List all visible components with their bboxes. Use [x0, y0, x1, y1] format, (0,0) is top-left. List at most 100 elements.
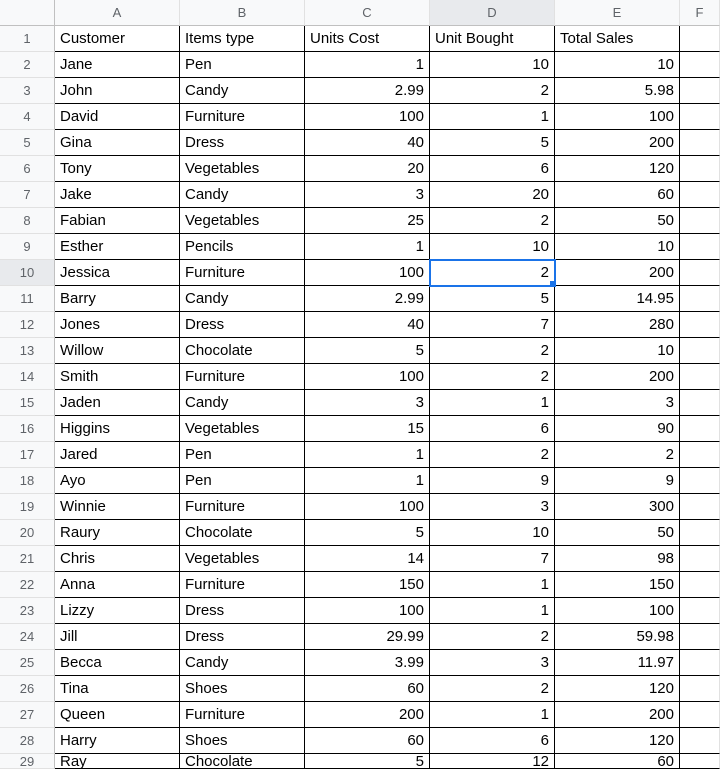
cell-F10[interactable] [680, 260, 720, 286]
cell-C16[interactable]: 15 [305, 416, 430, 442]
row-header-7[interactable]: 7 [0, 182, 55, 208]
row-header-13[interactable]: 13 [0, 338, 55, 364]
row-header-26[interactable]: 26 [0, 676, 55, 702]
select-all-corner[interactable] [0, 0, 55, 26]
cell-D29[interactable]: 12 [430, 754, 555, 769]
cell-F18[interactable] [680, 468, 720, 494]
cell-F16[interactable] [680, 416, 720, 442]
cell-F8[interactable] [680, 208, 720, 234]
cell-B16[interactable]: Vegetables [180, 416, 305, 442]
cell-B22[interactable]: Furniture [180, 572, 305, 598]
row-header-8[interactable]: 8 [0, 208, 55, 234]
cell-E9[interactable]: 10 [555, 234, 680, 260]
cell-B4[interactable]: Furniture [180, 104, 305, 130]
cell-D24[interactable]: 2 [430, 624, 555, 650]
cell-B10[interactable]: Furniture [180, 260, 305, 286]
cell-E22[interactable]: 150 [555, 572, 680, 598]
cell-E20[interactable]: 50 [555, 520, 680, 546]
cell-E4[interactable]: 100 [555, 104, 680, 130]
cell-A10[interactable]: Jessica [55, 260, 180, 286]
cell-B21[interactable]: Vegetables [180, 546, 305, 572]
cell-E14[interactable]: 200 [555, 364, 680, 390]
cell-A28[interactable]: Harry [55, 728, 180, 754]
cell-B2[interactable]: Pen [180, 52, 305, 78]
cell-F28[interactable] [680, 728, 720, 754]
cell-D13[interactable]: 2 [430, 338, 555, 364]
cell-F13[interactable] [680, 338, 720, 364]
cell-E17[interactable]: 2 [555, 442, 680, 468]
cell-D2[interactable]: 10 [430, 52, 555, 78]
cell-F5[interactable] [680, 130, 720, 156]
cell-D4[interactable]: 1 [430, 104, 555, 130]
cell-F14[interactable] [680, 364, 720, 390]
cell-E8[interactable]: 50 [555, 208, 680, 234]
cell-A16[interactable]: Higgins [55, 416, 180, 442]
cell-E3[interactable]: 5.98 [555, 78, 680, 104]
cell-C28[interactable]: 60 [305, 728, 430, 754]
cell-B28[interactable]: Shoes [180, 728, 305, 754]
cell-A15[interactable]: Jaden [55, 390, 180, 416]
cell-A3[interactable]: John [55, 78, 180, 104]
row-header-2[interactable]: 2 [0, 52, 55, 78]
cell-D20[interactable]: 10 [430, 520, 555, 546]
col-header-D[interactable]: D [430, 0, 555, 26]
cell-B29[interactable]: Chocolate [180, 754, 305, 769]
cell-E12[interactable]: 280 [555, 312, 680, 338]
row-header-9[interactable]: 9 [0, 234, 55, 260]
cell-A21[interactable]: Chris [55, 546, 180, 572]
row-header-17[interactable]: 17 [0, 442, 55, 468]
cell-A5[interactable]: Gina [55, 130, 180, 156]
cell-C4[interactable]: 100 [305, 104, 430, 130]
cell-F9[interactable] [680, 234, 720, 260]
cell-A18[interactable]: Ayo [55, 468, 180, 494]
cell-B27[interactable]: Furniture [180, 702, 305, 728]
col-header-E[interactable]: E [555, 0, 680, 26]
cell-F12[interactable] [680, 312, 720, 338]
cell-A24[interactable]: Jill [55, 624, 180, 650]
cell-F29[interactable] [680, 754, 720, 769]
cell-F25[interactable] [680, 650, 720, 676]
cell-B5[interactable]: Dress [180, 130, 305, 156]
cell-D15[interactable]: 1 [430, 390, 555, 416]
col-header-C[interactable]: C [305, 0, 430, 26]
cell-B13[interactable]: Chocolate [180, 338, 305, 364]
cell-D25[interactable]: 3 [430, 650, 555, 676]
cell-F21[interactable] [680, 546, 720, 572]
cell-A12[interactable]: Jones [55, 312, 180, 338]
cell-E6[interactable]: 120 [555, 156, 680, 182]
cell-A14[interactable]: Smith [55, 364, 180, 390]
cell-E27[interactable]: 200 [555, 702, 680, 728]
cell-D16[interactable]: 6 [430, 416, 555, 442]
cell-C26[interactable]: 60 [305, 676, 430, 702]
cell-A27[interactable]: Queen [55, 702, 180, 728]
cell-E7[interactable]: 60 [555, 182, 680, 208]
cell-C29[interactable]: 5 [305, 754, 430, 769]
cell-A6[interactable]: Tony [55, 156, 180, 182]
cell-A8[interactable]: Fabian [55, 208, 180, 234]
cell-D27[interactable]: 1 [430, 702, 555, 728]
cell-B20[interactable]: Chocolate [180, 520, 305, 546]
cell-F23[interactable] [680, 598, 720, 624]
cell-F27[interactable] [680, 702, 720, 728]
cell-A11[interactable]: Barry [55, 286, 180, 312]
cell-E28[interactable]: 120 [555, 728, 680, 754]
cell-D7[interactable]: 20 [430, 182, 555, 208]
cell-A17[interactable]: Jared [55, 442, 180, 468]
cell-D8[interactable]: 2 [430, 208, 555, 234]
cell-C5[interactable]: 40 [305, 130, 430, 156]
cell-B6[interactable]: Vegetables [180, 156, 305, 182]
cell-C9[interactable]: 1 [305, 234, 430, 260]
cell-B17[interactable]: Pen [180, 442, 305, 468]
cell-B9[interactable]: Pencils [180, 234, 305, 260]
cell-C15[interactable]: 3 [305, 390, 430, 416]
cell-C20[interactable]: 5 [305, 520, 430, 546]
cell-E13[interactable]: 10 [555, 338, 680, 364]
cell-E26[interactable]: 120 [555, 676, 680, 702]
cell-F22[interactable] [680, 572, 720, 598]
cell-B25[interactable]: Candy [180, 650, 305, 676]
cell-A25[interactable]: Becca [55, 650, 180, 676]
cell-E21[interactable]: 98 [555, 546, 680, 572]
cell-E18[interactable]: 9 [555, 468, 680, 494]
row-header-28[interactable]: 28 [0, 728, 55, 754]
cell-A23[interactable]: Lizzy [55, 598, 180, 624]
